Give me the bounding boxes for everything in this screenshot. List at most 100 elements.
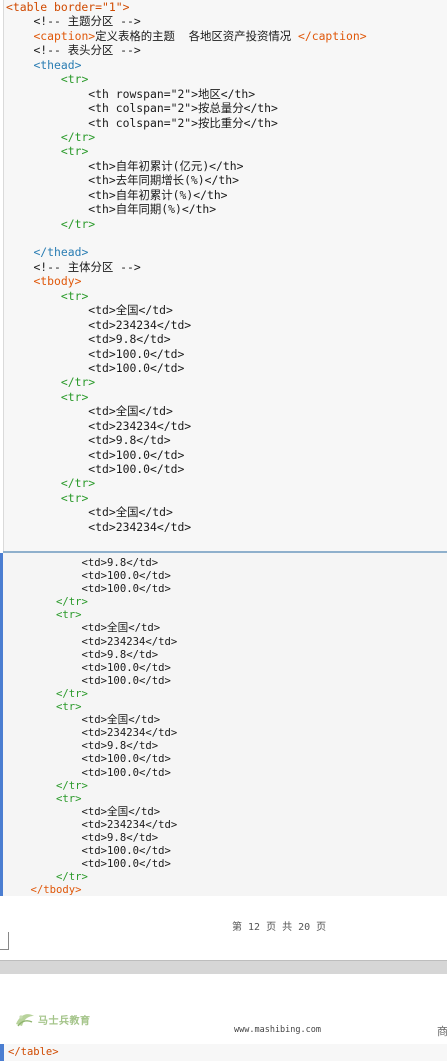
code-line[interactable]: <td>100.0</td> [6, 462, 447, 476]
code-line[interactable]: <td>100.0</td> [5, 583, 447, 596]
code-line[interactable]: </tr> [5, 596, 447, 609]
code-line[interactable]: <td>100.0</td> [5, 662, 447, 675]
code-token: <td>全国</td> [88, 505, 173, 520]
code-line[interactable]: <table border="1"> [6, 0, 447, 14]
code-line[interactable]: <th colspan="2">按比重分</th> [6, 116, 447, 130]
code-line-table-close[interactable]: </table> [0, 1044, 447, 1061]
code-line[interactable]: <tr> [6, 72, 447, 86]
code-token: <td>234234</td> [88, 519, 192, 534]
code-token: <td>9.8</td> [81, 648, 159, 661]
code-line[interactable]: <td>9.8</td> [5, 832, 447, 845]
code-line[interactable]: <td>全国</td> [5, 622, 447, 635]
code-line[interactable]: </tr> [5, 780, 447, 793]
code-line[interactable]: </tr> [6, 476, 447, 490]
code-line[interactable]: <td>234234</td> [6, 419, 447, 433]
code-line[interactable]: <td>234234</td> [5, 727, 447, 740]
site-url: www.mashibing.com [234, 1025, 321, 1035]
code-line[interactable]: <td>100.0</td> [5, 845, 447, 858]
code-token: <td>100.0</td> [81, 583, 171, 596]
code-editor-upper[interactable]: <table border="1"> <!-- 主题分区 --> <captio… [3, 0, 447, 551]
code-token: </caption> [298, 28, 367, 43]
code-token: <td>100.0</td> [81, 753, 171, 766]
code-token: <td>9.8</td> [88, 433, 171, 448]
code-token: <td>9.8</td> [88, 332, 171, 347]
code-token: <tr> [60, 144, 89, 159]
code-line[interactable]: <td>全国</td> [6, 303, 447, 317]
code-token: <th>自年同期(%)</th> [88, 202, 217, 217]
code-line[interactable]: <td>234234</td> [6, 520, 447, 534]
code-line[interactable]: <tr> [5, 609, 447, 622]
code-token: </tr> [56, 871, 88, 884]
code-line[interactable]: <td>234234</td> [5, 636, 447, 649]
code-token: <thead> [33, 57, 82, 72]
code-line[interactable]: <th>自年初累计(亿元)</th> [6, 159, 447, 173]
code-line[interactable]: <tr> [6, 491, 447, 505]
code-token: </tr> [60, 375, 96, 390]
code-line[interactable]: <td>全国</td> [6, 505, 447, 519]
code-line[interactable]: </tbody> [5, 884, 447, 896]
code-line[interactable]: <td>9.8</td> [6, 433, 447, 447]
code-token: <td>100.0</td> [81, 766, 171, 779]
code-editor-lower[interactable]: <td>9.8</td> <td>100.0</td> <td>100.0</t… [3, 551, 447, 896]
code-line[interactable]: <td>全国</td> [5, 806, 447, 819]
code-line[interactable]: </tr> [6, 217, 447, 231]
code-token: <th colspan="2">按总量分</th> [88, 101, 278, 116]
code-token: <td>9.8</td> [81, 557, 159, 569]
code-line[interactable]: <td>100.0</td> [5, 570, 447, 583]
code-token: <tbody> [33, 274, 82, 289]
code-line[interactable]: <td>9.8</td> [5, 557, 447, 570]
code-line[interactable]: <td>100.0</td> [6, 347, 447, 361]
code-line[interactable]: <td>100.0</td> [6, 448, 447, 462]
code-token: <td>100.0</td> [81, 570, 171, 583]
code-line[interactable]: <th>自年同期(%)</th> [6, 202, 447, 216]
code-token: </tbody> [30, 884, 82, 896]
code-line[interactable]: <th rowspan="2">地区</th> [6, 87, 447, 101]
code-token: <td>100.0</td> [88, 447, 185, 462]
code-token: <td>全国</td> [81, 714, 161, 727]
code-token: </thead> [33, 245, 89, 260]
code-token: <td>全国</td> [88, 303, 173, 318]
code-token: <td>100.0</td> [81, 845, 171, 858]
code-line[interactable]: </tr> [6, 130, 447, 144]
code-line[interactable]: <!-- 主题分区 --> [6, 14, 447, 28]
code-line[interactable]: </tr> [6, 375, 447, 389]
code-line[interactable]: <!-- 表头分区 --> [6, 43, 447, 57]
code-token: <td>234234</td> [88, 317, 192, 332]
code-line[interactable]: <tr> [6, 144, 447, 158]
code-token: <tr> [56, 609, 82, 622]
code-token: <td>234234</td> [81, 818, 178, 831]
code-line[interactable]: <td>100.0</td> [5, 858, 447, 871]
code-token: <td>100.0</td> [88, 462, 185, 476]
code-line[interactable]: <td>100.0</td> [5, 753, 447, 766]
code-line[interactable]: <tbody> [6, 274, 447, 288]
code-line[interactable]: </tr> [5, 871, 447, 884]
code-line[interactable]: <td>100.0</td> [6, 361, 447, 375]
code-token: <th>自年初累计(亿元)</th> [88, 158, 244, 173]
code-line[interactable]: <td>100.0</td> [5, 767, 447, 780]
code-line[interactable]: <td>234234</td> [6, 318, 447, 332]
code-line[interactable]: <tr> [5, 701, 447, 714]
code-line[interactable]: <td>9.8</td> [5, 649, 447, 662]
code-line[interactable]: <td>234234</td> [5, 819, 447, 832]
code-line[interactable]: <th>去年同期增长(%)</th> [6, 173, 447, 187]
code-token: <!-- 主题分区 --> [33, 14, 141, 29]
code-line[interactable]: <th colspan="2">按总量分</th> [6, 101, 447, 115]
code-line[interactable]: <td>9.8</td> [5, 740, 447, 753]
code-line[interactable] [6, 231, 447, 245]
code-line[interactable]: </tr> [5, 688, 447, 701]
code-line[interactable]: <td>100.0</td> [5, 675, 447, 688]
code-line[interactable]: <th>自年初累计(%)</th> [6, 188, 447, 202]
code-token: <td>234234</td> [81, 635, 178, 648]
code-line[interactable]: <td>全国</td> [6, 404, 447, 418]
code-line[interactable]: </thead> [6, 245, 447, 259]
code-line[interactable]: <tr> [6, 390, 447, 404]
code-line[interactable]: <td>全国</td> [5, 714, 447, 727]
code-line[interactable]: <caption>定义表格的主题 各地区资产投资情况 </caption> [6, 29, 447, 43]
brand-logo: 马士兵教育 [14, 1010, 91, 1028]
code-line[interactable]: <tr> [5, 793, 447, 806]
code-line[interactable]: <thead> [6, 58, 447, 72]
code-line[interactable]: <tr> [6, 289, 447, 303]
page-footer [0, 896, 447, 958]
code-line[interactable]: <td>9.8</td> [6, 332, 447, 346]
code-line[interactable]: <!-- 主体分区 --> [6, 260, 447, 274]
